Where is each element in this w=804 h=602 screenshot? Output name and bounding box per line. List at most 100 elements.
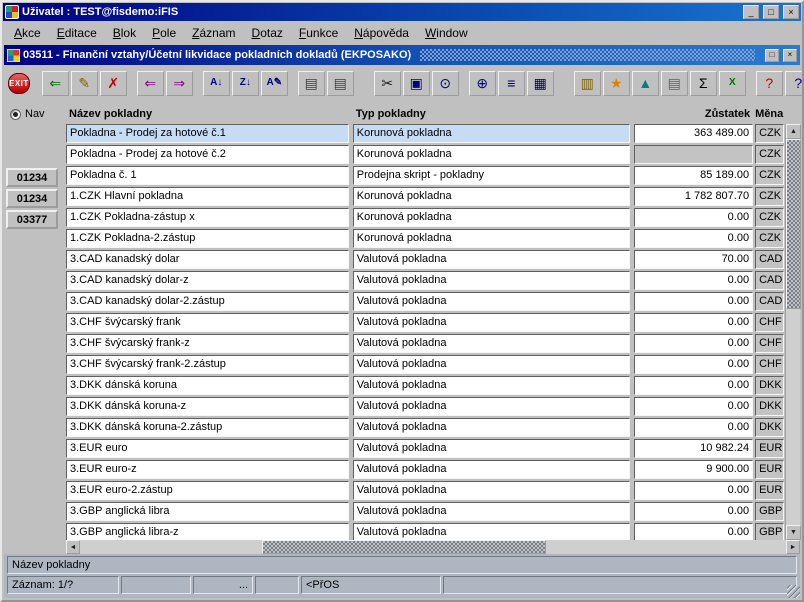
favorites-icon[interactable]: ★ — [602, 70, 630, 96]
cell-balance[interactable]: 0.00 — [633, 292, 754, 311]
cell-cash-desk-name[interactable]: 3.EUR euro — [66, 439, 349, 458]
cell-balance[interactable]: 0.00 — [633, 355, 754, 374]
table-row[interactable]: 3.CAD kanadský dolar Valutová pokladna 7… — [66, 250, 784, 269]
print-icon[interactable]: ▤ — [297, 70, 325, 96]
cell-cash-desk-type[interactable]: Korunová pokladna — [352, 229, 630, 248]
table-row[interactable]: 3.EUR euro-2.zástup Valutová pokladna 0.… — [66, 481, 784, 500]
cell-cash-desk-name[interactable]: 3.DKK dánská koruna-z — [66, 397, 349, 416]
cell-cash-desk-name[interactable]: 3.CAD kanadský dolar-2.zástup — [66, 292, 349, 311]
cell-cash-desk-type[interactable]: Valutová pokladna — [352, 271, 630, 290]
menu-blok[interactable]: Blok — [105, 24, 144, 42]
scroll-right-button[interactable]: ► — [786, 540, 800, 554]
maximize-button[interactable]: □ — [763, 5, 779, 19]
cell-cash-desk-name[interactable]: 3.DKK dánská koruna — [66, 376, 349, 395]
table-row[interactable]: 3.CHF švýcarský frank Valutová pokladna … — [66, 313, 784, 332]
table-row[interactable]: 3.CAD kanadský dolar-2.zástup Valutová p… — [66, 292, 784, 311]
help-icon[interactable]: ? — [784, 70, 802, 96]
chart-icon[interactable]: ▲ — [631, 70, 659, 96]
cell-cash-desk-name[interactable]: 1.CZK Hlavní pokladna — [66, 187, 349, 206]
mdi-restore-button[interactable]: □ — [765, 48, 779, 62]
table-row[interactable]: 3.CHF švýcarský frank-z Valutová pokladn… — [66, 334, 784, 353]
horizontal-scroll-thumb[interactable] — [262, 540, 546, 554]
scroll-up-button[interactable]: ▲ — [786, 124, 801, 139]
zoom-icon[interactable]: ⊕ — [468, 70, 496, 96]
menu-funkce[interactable]: Funkce — [291, 24, 346, 42]
menu-napoveda[interactable]: Nápověda — [346, 24, 417, 42]
cell-cash-desk-name[interactable]: 1.CZK Pokladna-zástup x — [66, 208, 349, 227]
cell-cash-desk-type[interactable]: Valutová pokladna — [352, 313, 630, 332]
table-row[interactable]: 1.CZK Hlavní pokladna Korunová pokladna … — [66, 187, 784, 206]
cell-balance[interactable]: 1 782 807.70 — [633, 187, 754, 206]
cell-cash-desk-name[interactable]: 3.GBP anglická libra — [66, 502, 349, 521]
cell-balance[interactable]: 10 982.24 — [633, 439, 754, 458]
sort-desc-icon[interactable]: Z↓ — [231, 70, 259, 96]
cell-cash-desk-name[interactable]: 3.EUR euro-z — [66, 460, 349, 479]
resize-grip[interactable] — [787, 585, 800, 598]
menu-dotaz[interactable]: Dotaz — [244, 24, 291, 42]
cell-balance[interactable]: 0.00 — [633, 334, 754, 353]
cell-cash-desk-type[interactable]: Prodejna skript - pokladny — [352, 166, 630, 185]
cell-cash-desk-type[interactable]: Valutová pokladna — [352, 250, 630, 269]
rollback-icon[interactable]: ⇐ — [41, 70, 69, 96]
nav-radio[interactable] — [10, 108, 21, 120]
menu-pole[interactable]: Pole — [144, 24, 184, 42]
cell-balance[interactable]: 9 900.00 — [633, 460, 754, 479]
table-row[interactable]: 3.EUR euro-z Valutová pokladna 9 900.00 … — [66, 460, 784, 479]
table-row[interactable]: 3.CAD kanadský dolar-z Valutová pokladna… — [66, 271, 784, 290]
cell-cash-desk-name[interactable]: 3.GBP anglická libra-z — [66, 523, 349, 540]
nav-button-01234[interactable]: 01234 — [6, 189, 58, 208]
nav-button-03377[interactable]: 03377 — [6, 210, 58, 229]
cell-cash-desk-name[interactable]: 3.CHF švýcarský frank — [66, 313, 349, 332]
cell-balance[interactable]: 0.00 — [633, 397, 754, 416]
clipboard-icon[interactable]: ▥ — [573, 70, 601, 96]
table-row[interactable]: 3.DKK dánská koruna-2.zástup Valutová po… — [66, 418, 784, 437]
menu-akce[interactable]: Akce — [6, 24, 49, 42]
cell-cash-desk-type[interactable]: Valutová pokladna — [352, 355, 630, 374]
table-row[interactable]: 3.CHF švýcarský frank-2.zástup Valutová … — [66, 355, 784, 374]
help-context-icon[interactable]: ? — [755, 70, 783, 96]
vertical-scroll-thumb[interactable] — [786, 139, 801, 309]
cell-cash-desk-type[interactable]: Valutová pokladna — [352, 502, 630, 521]
cell-balance[interactable]: 363 489.00 — [633, 124, 754, 143]
fetch-next-icon[interactable]: ⇒ — [165, 70, 193, 96]
cell-cash-desk-name[interactable]: 3.CAD kanadský dolar-z — [66, 271, 349, 290]
cell-balance[interactable] — [633, 145, 754, 164]
list-icon[interactable]: ≡ — [497, 70, 525, 96]
sum-icon[interactable]: Σ — [689, 70, 717, 96]
cell-cash-desk-type[interactable]: Valutová pokladna — [352, 418, 630, 437]
horizontal-scrollbar[interactable]: ◄ ► — [66, 540, 800, 554]
table-row[interactable]: 3.GBP anglická libra Valutová pokladna 0… — [66, 502, 784, 521]
cell-cash-desk-name[interactable]: 3.CAD kanadský dolar — [66, 250, 349, 269]
delete-record-icon[interactable]: ✗ — [99, 70, 127, 96]
cell-cash-desk-type[interactable]: Valutová pokladna — [352, 481, 630, 500]
cell-cash-desk-type[interactable]: Korunová pokladna — [352, 208, 630, 227]
cell-cash-desk-name[interactable]: 1.CZK Pokladna-2.zástup — [66, 229, 349, 248]
cell-cash-desk-name[interactable]: Pokladna - Prodej za hotové č.2 — [66, 145, 349, 164]
cell-cash-desk-name[interactable]: Pokladna - Prodej za hotové č.1 — [66, 124, 349, 143]
table-row[interactable]: 3.DKK dánská koruna Valutová pokladna 0.… — [66, 376, 784, 395]
cell-cash-desk-name[interactable]: 3.CHF švýcarský frank-2.zástup — [66, 355, 349, 374]
cell-cash-desk-type[interactable]: Korunová pokladna — [352, 124, 630, 143]
cell-cash-desk-type[interactable]: Valutová pokladna — [352, 376, 630, 395]
table-row[interactable]: 3.DKK dánská koruna-z Valutová pokladna … — [66, 397, 784, 416]
table-row[interactable]: 1.CZK Pokladna-zástup x Korunová pokladn… — [66, 208, 784, 227]
excel-icon[interactable]: X — [718, 70, 746, 96]
fetch-prev-icon[interactable]: ⇐ — [136, 70, 164, 96]
cell-balance[interactable]: 70.00 — [633, 250, 754, 269]
detail-list-icon[interactable]: ▦ — [526, 70, 554, 96]
table-row[interactable]: 1.CZK Pokladna-2.zástup Korunová pokladn… — [66, 229, 784, 248]
cell-cash-desk-type[interactable]: Valutová pokladna — [352, 397, 630, 416]
menu-editace[interactable]: Editace — [49, 24, 105, 42]
table-row[interactable]: Pokladna - Prodej za hotové č.2 Korunová… — [66, 145, 784, 164]
scroll-down-button[interactable]: ▼ — [786, 525, 801, 540]
cell-balance[interactable]: 0.00 — [633, 376, 754, 395]
cell-balance[interactable]: 0.00 — [633, 418, 754, 437]
minimize-button[interactable]: _ — [743, 5, 759, 19]
cell-balance[interactable]: 0.00 — [633, 502, 754, 521]
cell-cash-desk-type[interactable]: Valutová pokladna — [352, 460, 630, 479]
cell-cash-desk-name[interactable]: 3.EUR euro-2.zástup — [66, 481, 349, 500]
cell-cash-desk-type[interactable]: Valutová pokladna — [352, 334, 630, 353]
table-row[interactable]: 3.EUR euro Valutová pokladna 10 982.24 E… — [66, 439, 784, 458]
cell-balance[interactable]: 0.00 — [633, 481, 754, 500]
table-row[interactable]: Pokladna č. 1 Prodejna skript - pokladny… — [66, 166, 784, 185]
